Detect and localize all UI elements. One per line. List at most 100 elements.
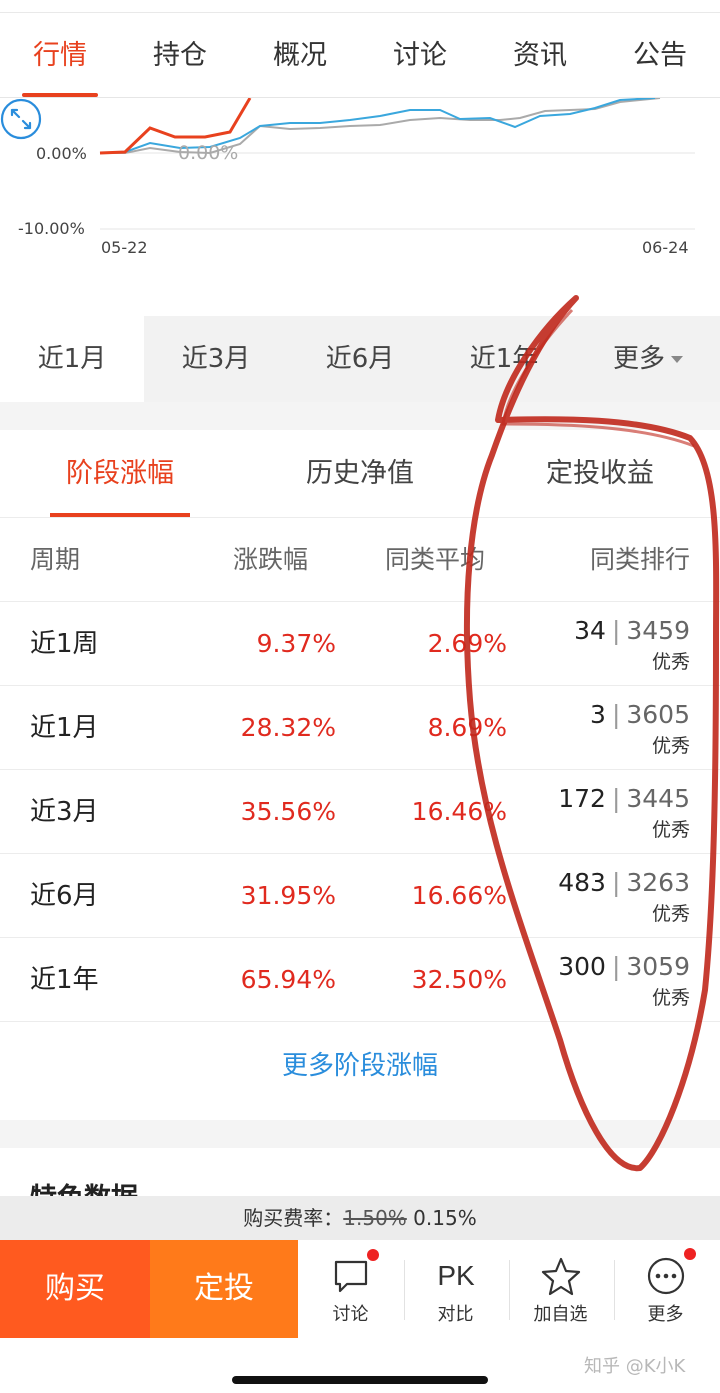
notification-dot (367, 1249, 379, 1261)
period-more-label: 更多 (612, 344, 665, 374)
table-row: 近1月 28.32% 8.69% 3 | 3605 优秀 (0, 686, 720, 770)
home-indicator (232, 1376, 488, 1384)
tab-market[interactable]: 行情 (0, 30, 120, 97)
tab-overview[interactable]: 概况 (240, 30, 360, 82)
period-1m[interactable]: 近1月 (0, 316, 144, 402)
period-1y[interactable]: 近1年 (432, 316, 576, 402)
top-tab-bar: 行情 持仓 概况 讨论 资讯 公告 (0, 0, 720, 98)
period-selector: 近1月 近3月 近6月 近1年 更多 (0, 316, 720, 402)
tab-discussion[interactable]: 讨论 (360, 30, 480, 82)
pk-icon: PK (437, 1260, 475, 1291)
row-rank: 172 | 3445 (558, 784, 690, 814)
tab-holdings[interactable]: 持仓 (120, 30, 240, 82)
more-dots-icon (647, 1257, 685, 1295)
rank-level: 优秀 (651, 903, 690, 925)
table-row: 近1年 65.94% 32.50% 300 | 3059 优秀 (0, 938, 720, 1022)
watermark: 知乎 @K小K (584, 1356, 686, 1377)
header-peer-avg: 同类平均 (385, 545, 486, 574)
period-more[interactable]: 更多 (576, 316, 720, 402)
sip-button[interactable]: 定投 (150, 1240, 298, 1338)
rank-level: 优秀 (651, 987, 690, 1009)
top-divider (0, 12, 720, 13)
fee-discounted: 0.15% (413, 1206, 477, 1230)
notification-dot (684, 1248, 696, 1260)
row-rank: 300 | 3059 (558, 952, 690, 982)
row-period: 近1年 (30, 965, 99, 995)
rank-total: 3459 (626, 616, 690, 645)
row-peer-avg: 8.69% (427, 713, 507, 742)
header-period: 周期 (30, 545, 81, 574)
tab-sip-return[interactable]: 定投收益 (480, 430, 720, 517)
row-peer-avg: 16.46% (411, 797, 507, 826)
row-peer-avg: 16.66% (411, 881, 507, 910)
period-6m[interactable]: 近6月 (288, 316, 432, 402)
rank-level: 优秀 (651, 651, 690, 673)
rank-value: 483 (558, 868, 606, 897)
more-label: 更多 (647, 1304, 684, 1325)
row-change: 65.94% (240, 965, 336, 994)
tab-announcements[interactable]: 公告 (600, 30, 720, 82)
rank-separator: | (611, 784, 621, 813)
fee-label: 购买费率： (243, 1206, 344, 1230)
row-change: 35.56% (240, 797, 336, 826)
top-tabs: 行情 持仓 概况 讨论 资讯 公告 (0, 30, 720, 97)
y-label-zero: 0.00% (36, 144, 87, 163)
hover-value-label: 0.00% (178, 142, 239, 164)
add-watchlist-label: 加自选 (533, 1304, 588, 1325)
header-peer-rank: 同类排行 (589, 545, 690, 574)
chart-svg (99, 98, 695, 230)
tab-stage-change[interactable]: 阶段涨幅 (0, 430, 240, 517)
fee-original: 1.50% (343, 1206, 407, 1230)
star-icon (541, 1257, 581, 1296)
header-change: 涨跌幅 (233, 545, 309, 574)
rank-total: 3263 (626, 868, 690, 897)
rank-value: 3 (590, 700, 606, 729)
tab-history-nav[interactable]: 历史净值 (240, 430, 480, 517)
buy-button[interactable]: 购买 (0, 1240, 150, 1338)
row-change: 9.37% (256, 629, 336, 658)
rank-value: 34 (574, 616, 606, 645)
discuss-button[interactable]: 讨论 (298, 1240, 403, 1338)
rank-separator: | (611, 952, 621, 981)
x-label-start: 05-22 (101, 238, 148, 257)
rank-total: 3445 (626, 784, 690, 813)
expand-arrows-icon[interactable] (0, 98, 42, 140)
table-row: 近1周 9.37% 2.69% 34 | 3459 优秀 (0, 602, 720, 686)
rank-separator: | (611, 700, 621, 729)
rank-separator: | (611, 616, 621, 645)
row-period: 近1周 (30, 629, 99, 659)
rank-value: 300 (558, 952, 606, 981)
caret-down-icon (671, 356, 683, 363)
chat-bubble-icon (334, 1260, 368, 1293)
row-rank: 3 | 3605 (590, 700, 690, 730)
compare-label: 对比 (437, 1304, 474, 1325)
performance-chart[interactable]: 0.00% 0.00% -10.00% 05-22 06-24 (0, 98, 720, 316)
y-label-minus10: -10.00% (18, 219, 85, 238)
table-row: 近6月 31.95% 16.66% 483 | 3263 优秀 (0, 854, 720, 938)
rank-level: 优秀 (651, 819, 690, 841)
x-label-end: 06-24 (642, 238, 689, 257)
fee-bar: 购买费率：1.50% 0.15% (0, 1196, 720, 1240)
row-period: 近1月 (30, 713, 99, 743)
rank-total: 3605 (626, 700, 690, 729)
compare-button[interactable]: PK 对比 (403, 1240, 508, 1338)
row-change: 28.32% (240, 713, 336, 742)
row-rank: 483 | 3263 (558, 868, 690, 898)
row-period: 近3月 (30, 797, 99, 827)
rank-separator: | (611, 868, 621, 897)
row-peer-avg: 2.69% (427, 629, 507, 658)
table-header: 周期 涨跌幅 同类平均 同类排行 (0, 518, 720, 602)
discuss-label: 讨论 (332, 1304, 369, 1325)
period-3m[interactable]: 近3月 (144, 316, 288, 402)
more-stage-change-link[interactable]: 更多阶段涨幅 (0, 1024, 720, 1108)
stage-performance-card: 阶段涨幅 历史净值 定投收益 周期 涨跌幅 同类平均 同类排行 近1周 9.37… (0, 430, 720, 1120)
row-peer-avg: 32.50% (411, 965, 507, 994)
rank-total: 3059 (626, 952, 690, 981)
table-row: 近3月 35.56% 16.46% 172 | 3445 优秀 (0, 770, 720, 854)
add-watchlist-button[interactable]: 加自选 (508, 1240, 613, 1338)
rank-level: 优秀 (651, 735, 690, 757)
row-rank: 34 | 3459 (574, 616, 690, 646)
more-button[interactable]: 更多 (613, 1240, 718, 1338)
tab-news[interactable]: 资讯 (480, 30, 600, 82)
rank-value: 172 (558, 784, 606, 813)
